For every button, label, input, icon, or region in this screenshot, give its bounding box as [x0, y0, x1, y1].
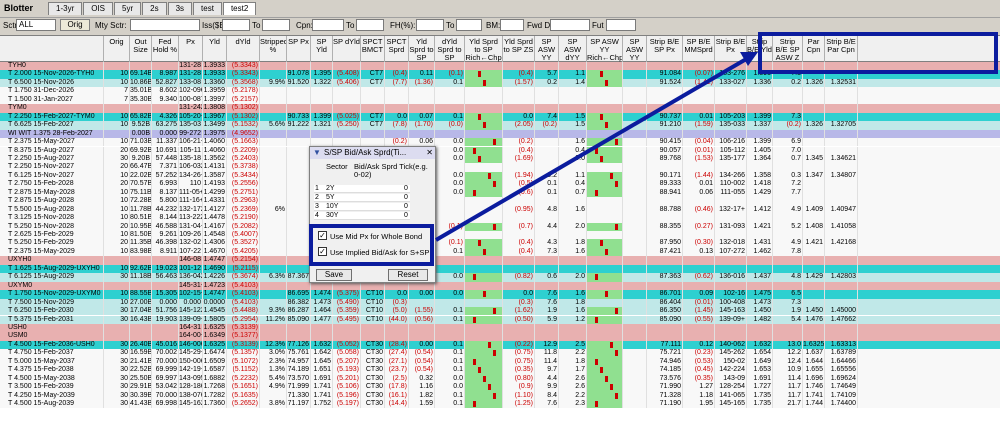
callout-arrow	[434, 52, 758, 242]
